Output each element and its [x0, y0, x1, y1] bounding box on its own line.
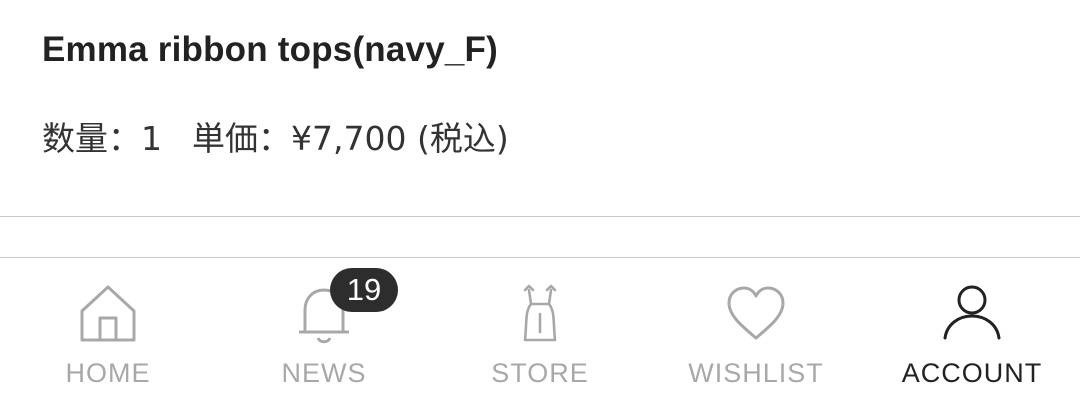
tab-store[interactable]: STORE: [432, 258, 648, 405]
tab-home[interactable]: HOME: [0, 258, 216, 405]
tab-home-label: HOME: [65, 358, 151, 388]
quantity-text: 数量：1: [42, 119, 162, 158]
tab-store-label: STORE: [491, 358, 589, 388]
tab-news-label: NEWS: [281, 358, 367, 388]
heart-icon: [721, 278, 791, 348]
news-badge: 19: [330, 268, 398, 312]
tab-account[interactable]: ACCOUNT: [864, 258, 1080, 405]
product-meta: 数量：1 単価：¥7,700 (税込): [42, 112, 509, 160]
tab-news[interactable]: 19 NEWS: [216, 258, 432, 405]
tab-wishlist-label: WISHLIST: [688, 358, 824, 388]
dress-icon: [505, 278, 575, 348]
home-icon: [73, 278, 143, 348]
tab-wishlist[interactable]: WISHLIST: [648, 258, 864, 405]
divider: [0, 216, 1080, 217]
bottom-tab-bar: HOME 19 NEWS STORE WISHLIST ACCOUNT: [0, 258, 1080, 405]
unit-price-text: 単価：¥7,700 (税込): [192, 119, 509, 158]
person-icon: [937, 278, 1007, 348]
tab-account-label: ACCOUNT: [901, 358, 1043, 388]
order-item-page: Emma ribbon tops(navy_F) 数量：1 単価：¥7,700 (…: [0, 0, 1080, 405]
product-title: Emma ribbon tops(navy_F): [42, 30, 498, 69]
